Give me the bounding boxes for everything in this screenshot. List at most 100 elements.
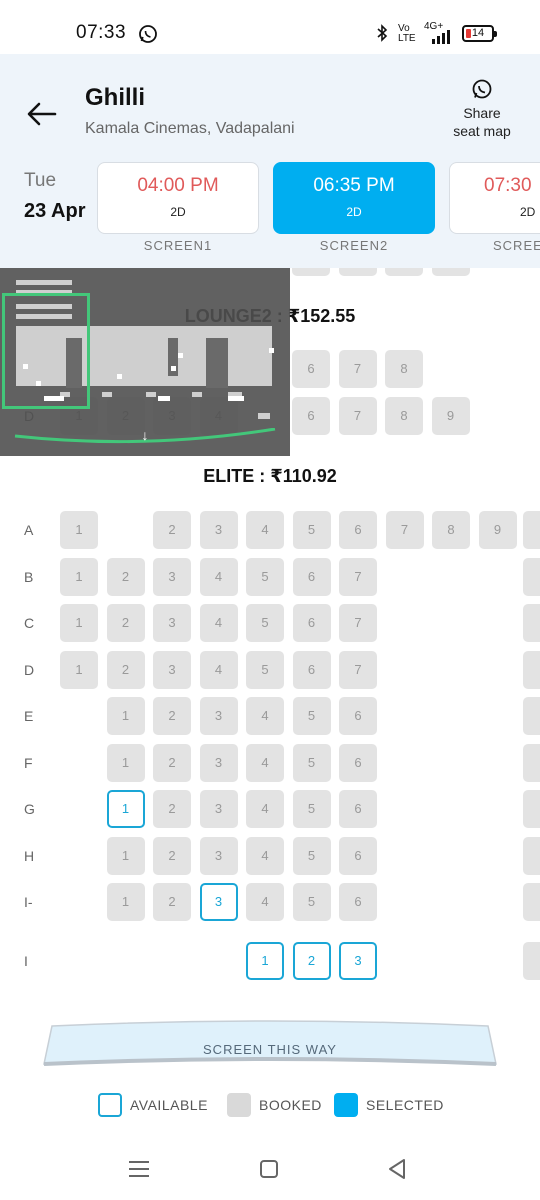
seat[interactable]: 6 [292, 350, 330, 388]
seat[interactable]: 9 [478, 511, 517, 549]
seat[interactable]: 5 [246, 604, 284, 642]
seat-offscreen-edge[interactable] [385, 268, 423, 276]
seat[interactable]: 6 [339, 743, 377, 782]
row-label: B [24, 568, 34, 585]
seat[interactable]: 1 [106, 697, 145, 735]
seat[interactable]: 2 [153, 836, 191, 875]
seat[interactable]: 2 [153, 511, 191, 549]
seat[interactable]: 4 [246, 743, 284, 782]
seat[interactable]: 7 [338, 397, 377, 435]
seat[interactable]: 3 [153, 650, 191, 689]
recent-apps-icon[interactable] [126, 1156, 152, 1182]
seat[interactable]: 3 [199, 836, 238, 875]
seat[interactable]: 2 [153, 743, 191, 782]
showtime-card-2[interactable]: 06:35 PM 2D [273, 162, 435, 234]
seat[interactable]: 1 [106, 883, 145, 921]
minimap-viewport-frame[interactable] [2, 293, 90, 409]
share-seat-map-button[interactable]: Share seat map [440, 78, 524, 140]
seat[interactable]: 5 [292, 883, 331, 921]
seat[interactable]: 7 [339, 650, 377, 689]
seat-minimap[interactable]: ↓ [0, 268, 290, 456]
seat[interactable]: 6 [339, 511, 377, 549]
seat[interactable]: 7 [339, 557, 377, 596]
seat[interactable]: 2 [153, 790, 191, 828]
seat[interactable]: 5 [292, 511, 331, 549]
seat[interactable]: 1 [60, 557, 98, 596]
seat[interactable]: 1 [60, 650, 98, 689]
seat[interactable]: 4 [246, 511, 284, 549]
seat[interactable]: 3 [153, 557, 191, 596]
legend-available-swatch [98, 1093, 122, 1117]
seat-map[interactable]: 678D12346789 LOUNGE2 : ₹152.55 ELITE : ₹… [0, 268, 540, 998]
seat-selected[interactable]: 2 [292, 941, 331, 980]
seat[interactable]: 2 [153, 697, 191, 735]
seat[interactable]: 6 [339, 697, 377, 735]
seat[interactable]: 6 [339, 836, 377, 875]
seat[interactable]: 3 [199, 511, 238, 549]
back-button[interactable] [22, 94, 62, 134]
seat[interactable]: 5 [292, 836, 331, 875]
seat-selected[interactable]: 1 [106, 790, 145, 828]
showtime-card-1[interactable]: 04:00 PM 2D [97, 162, 259, 234]
seat[interactable]: 1 [60, 511, 98, 549]
seat[interactable]: 9 [431, 397, 470, 435]
seat[interactable]: 4 [246, 697, 284, 735]
seat-offscreen-edge[interactable] [523, 604, 540, 642]
seat[interactable]: 3 [199, 743, 238, 782]
seat[interactable]: 7 [339, 604, 377, 642]
seat[interactable]: 3 [153, 604, 191, 642]
seat[interactable]: 8 [432, 511, 470, 549]
seat-selected[interactable]: 1 [246, 941, 284, 980]
seat[interactable]: 4 [199, 604, 238, 642]
seat[interactable]: 4 [199, 650, 238, 689]
seat[interactable]: 6 [339, 883, 377, 921]
seat-offscreen-edge[interactable] [292, 268, 330, 276]
seat-offscreen-edge[interactable] [523, 790, 540, 828]
legend-selected-swatch [334, 1093, 358, 1117]
seat-offscreen-edge[interactable] [523, 941, 540, 980]
seat[interactable]: 8 [385, 397, 423, 435]
seat-offscreen-edge[interactable] [523, 836, 540, 875]
seat[interactable]: 3 [199, 697, 238, 735]
legend-available: AVAILABLE [98, 1092, 208, 1118]
seat-offscreen-edge[interactable] [523, 650, 540, 689]
seat-offscreen-edge[interactable] [338, 268, 377, 276]
seat[interactable]: 6 [292, 604, 331, 642]
seat[interactable]: 6 [292, 557, 331, 596]
seat[interactable]: 1 [60, 604, 98, 642]
seat[interactable]: 4 [246, 790, 284, 828]
seat-offscreen-edge[interactable] [431, 268, 470, 276]
seat[interactable]: 5 [246, 650, 284, 689]
seat[interactable]: 2 [153, 883, 191, 921]
seat[interactable]: 4 [199, 557, 238, 596]
row-label: F [24, 754, 33, 771]
seat[interactable]: 5 [246, 557, 284, 596]
seat-offscreen-edge[interactable] [523, 743, 540, 782]
seat[interactable]: 6 [292, 650, 331, 689]
seat[interactable]: 2 [106, 650, 145, 689]
seat-selected[interactable]: 3 [339, 941, 377, 980]
seat-selected[interactable]: 3 [199, 883, 238, 921]
seat[interactable]: 8 [385, 350, 423, 388]
seat[interactable]: 6 [339, 790, 377, 828]
showtime-card-3[interactable]: 07:30 2D [449, 162, 540, 234]
seat[interactable]: 1 [106, 743, 145, 782]
seat[interactable]: 4 [246, 883, 284, 921]
seat[interactable]: 5 [292, 790, 331, 828]
seat[interactable]: 7 [385, 511, 424, 549]
seat[interactable]: 4 [246, 836, 284, 875]
seat[interactable]: 3 [199, 790, 238, 828]
seat[interactable]: 1 [106, 836, 145, 875]
seat[interactable]: 2 [106, 604, 145, 642]
seat-offscreen-edge[interactable] [523, 511, 540, 549]
seat[interactable]: 2 [106, 557, 145, 596]
seat-offscreen-edge[interactable] [523, 883, 540, 921]
seat-offscreen-edge[interactable] [523, 697, 540, 735]
seat[interactable]: 6 [292, 397, 330, 435]
back-nav-icon[interactable] [384, 1156, 410, 1182]
seat-offscreen-edge[interactable] [523, 557, 540, 596]
seat[interactable]: 5 [292, 743, 331, 782]
seat[interactable]: 5 [292, 697, 331, 735]
home-icon[interactable] [256, 1156, 282, 1182]
seat[interactable]: 7 [338, 350, 377, 388]
